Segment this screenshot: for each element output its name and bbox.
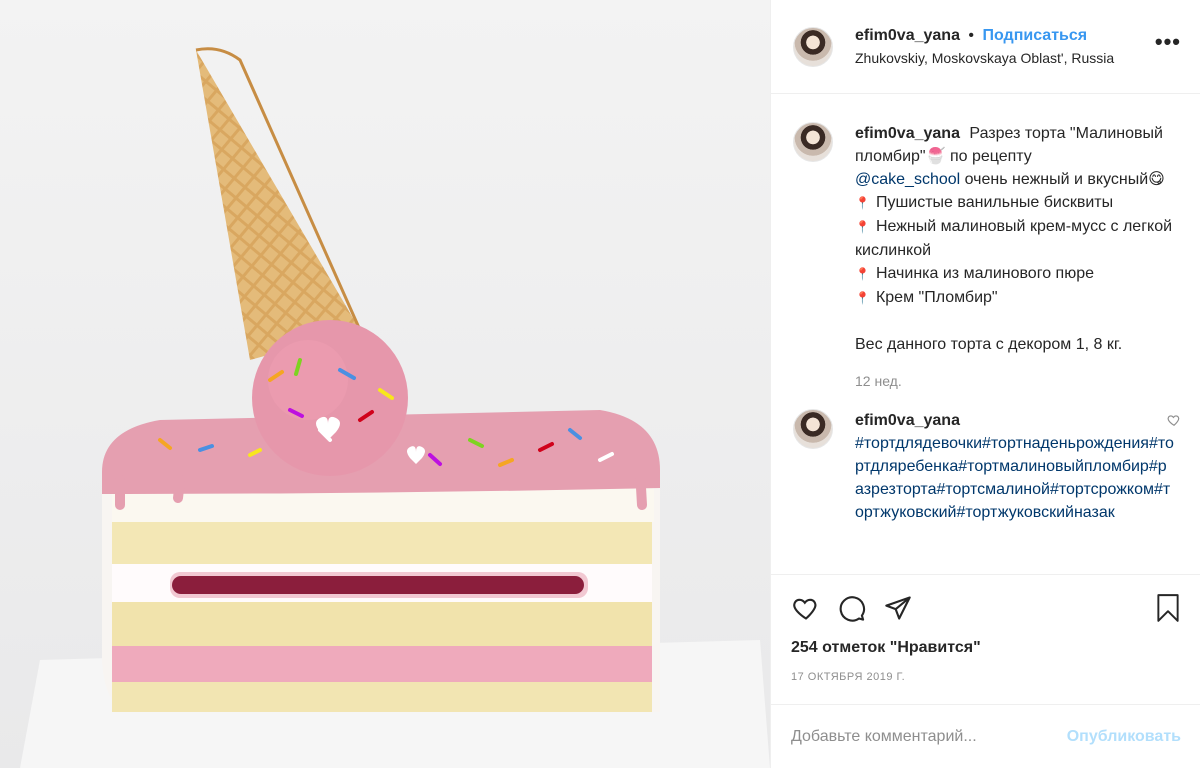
pin-icon: 📍 [855, 267, 870, 281]
comment-author[interactable]: efim0va_yana [855, 412, 960, 429]
caption-text: efim0va_yana Разрез торта "Малиновый пло… [855, 122, 1175, 393]
action-bar [791, 575, 1181, 641]
pin-icon: 📍 [855, 291, 870, 305]
caption-bullet: Крем "Пломбир" [875, 289, 998, 306]
comment-input[interactable] [791, 727, 1067, 746]
location-link[interactable]: Zhukovskiy, Moskovskaya Oblast', Russia [855, 50, 1155, 66]
caption-author[interactable]: efim0va_yana [855, 125, 960, 142]
caption-weight: Вес данного торта с декором 1, 8 кг. [855, 336, 1123, 353]
post-photo[interactable] [0, 0, 770, 768]
caption-bullet: Начинка из малинового пюре [875, 265, 1094, 282]
comment-like-heart-icon[interactable] [1167, 413, 1181, 427]
comment-item: efim0va_yana #тортдлядевочки#тортнаденьр… [793, 409, 1181, 524]
author-avatar[interactable] [793, 26, 833, 67]
mention-link[interactable]: @cake_school [855, 171, 960, 188]
likes-count[interactable]: 254 отметок "Нравится" [791, 639, 1181, 657]
comment-text: efim0va_yana #тортдлядевочки#тортнаденьр… [855, 409, 1175, 524]
caption: efim0va_yana Разрез торта "Малиновый пло… [793, 122, 1181, 393]
comment-icon[interactable] [837, 594, 867, 622]
comments-section[interactable]: efim0va_yana Разрез торта "Малиновый пло… [771, 94, 1200, 574]
heart-icon[interactable] [791, 594, 821, 622]
more-icon[interactable]: ••• [1155, 29, 1181, 55]
separator-dot: • [968, 27, 975, 44]
pin-icon: 📍 [855, 220, 870, 234]
author-info: efim0va_yana • Подписаться Zhukovskiy, M… [855, 27, 1155, 66]
hashtags[interactable]: #тортдлядевочки#тортнаденьрождения#тортд… [855, 435, 1174, 521]
share-icon[interactable] [883, 594, 913, 622]
comment-author-avatar[interactable] [793, 409, 833, 449]
post-header: efim0va_yana • Подписаться Zhukovskiy, M… [771, 0, 1200, 94]
post-sidebar: efim0va_yana • Подписаться Zhukovskiy, M… [770, 0, 1200, 768]
caption-line-2: очень нежный и вкусный😋 [960, 171, 1165, 188]
bookmark-icon[interactable] [1155, 593, 1181, 623]
pin-icon: 📍 [855, 196, 870, 210]
caption-bullet: Пушистые ванильные бисквиты [875, 194, 1114, 211]
cake-photo-illustration [0, 0, 770, 768]
publish-button[interactable]: Опубликовать [1067, 728, 1181, 746]
caption-age[interactable]: 12 нед. [855, 370, 1175, 393]
caption-author-avatar[interactable] [793, 122, 833, 162]
add-comment-bar: Опубликовать [771, 704, 1200, 768]
follow-button[interactable]: Подписаться [982, 27, 1087, 44]
author-username[interactable]: efim0va_yana [855, 27, 960, 44]
post-actions: 254 отметок "Нравится" 17 ОКТЯБРЯ 2019 Г… [771, 574, 1200, 704]
post-date[interactable]: 17 ОКТЯБРЯ 2019 Г. [791, 671, 1181, 683]
caption-bullet: Нежный малиновый крем-мусс с легкой кисл… [855, 218, 1173, 259]
